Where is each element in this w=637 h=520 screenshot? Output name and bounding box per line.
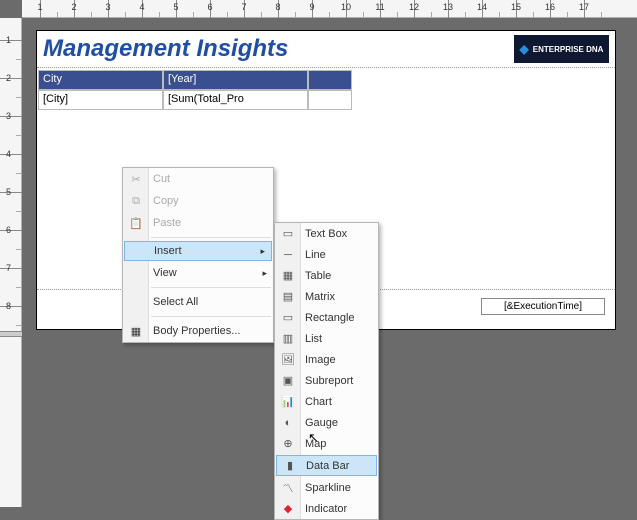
- rectangle-icon: ▭: [280, 311, 296, 324]
- data-cell-city[interactable]: [City]: [38, 90, 163, 110]
- logo-mark-icon: ◆: [520, 42, 529, 56]
- subreport-icon: ▣: [280, 374, 296, 387]
- insert-rectangle[interactable]: ▭Rectangle: [275, 307, 378, 328]
- gauge-icon: ◐: [280, 417, 296, 429]
- tablix-header-row[interactable]: City [Year]: [38, 70, 615, 90]
- vertical-ruler: 12345678: [0, 18, 22, 507]
- header-cell-empty[interactable]: [308, 70, 352, 90]
- insert-subreport[interactable]: ▣Subreport: [275, 370, 378, 391]
- insert-chart[interactable]: 📊Chart: [275, 391, 378, 412]
- tablix[interactable]: City [Year] [City] [Sum(Total_Pro: [38, 70, 615, 110]
- menu-item-cut: ✂Cut: [123, 168, 273, 190]
- insert-line[interactable]: ─Line: [275, 244, 378, 265]
- paste-icon: 📋: [128, 217, 144, 230]
- execution-time-textbox[interactable]: [&ExecutionTime]: [481, 298, 605, 315]
- image-icon: 🖼: [280, 353, 296, 366]
- matrix-icon: ▤: [280, 290, 296, 303]
- body-properties--icon: ▦: [128, 325, 144, 338]
- insert-submenu[interactable]: ▭Text Box─Line▦Table▤Matrix▭Rectangle▥Li…: [274, 222, 379, 520]
- insert-sparkline[interactable]: 〽Sparkline: [275, 477, 378, 498]
- menu-item-insert[interactable]: Insert: [124, 241, 272, 261]
- data-bar-icon: ▮: [282, 459, 298, 472]
- menu-item-select-all[interactable]: Select All: [123, 291, 273, 313]
- menu-item-copy: ⧉Copy: [123, 190, 273, 212]
- data-cell-sum[interactable]: [Sum(Total_Pro: [163, 90, 308, 110]
- sparkline-icon: 〽: [280, 480, 296, 496]
- report-title[interactable]: Management Insights: [43, 35, 288, 63]
- insert-image[interactable]: 🖼Image: [275, 349, 378, 370]
- insert-table[interactable]: ▦Table: [275, 265, 378, 286]
- horizontal-ruler: 1234567891011121314151617: [22, 0, 637, 18]
- chart-icon: 📊: [280, 395, 296, 408]
- line-icon: ─: [280, 249, 296, 261]
- header-cell-city[interactable]: City: [38, 70, 163, 90]
- logo-image[interactable]: ◆ ENTERPRISE DNA: [514, 35, 609, 63]
- list-icon: ▥: [280, 332, 296, 345]
- insert-matrix[interactable]: ▤Matrix: [275, 286, 378, 307]
- insert-text-box[interactable]: ▭Text Box: [275, 223, 378, 244]
- tablix-data-row[interactable]: [City] [Sum(Total_Pro: [38, 90, 615, 110]
- context-menu[interactable]: ✂Cut⧉Copy📋Paste InsertView Select All ▦Body…: [122, 167, 274, 343]
- logo-text: ENTERPRISE DNA: [533, 45, 604, 54]
- map-icon: ⊕: [280, 437, 296, 450]
- menu-item-view[interactable]: View: [123, 262, 273, 284]
- menu-item-body-properties-[interactable]: ▦Body Properties...: [123, 320, 273, 342]
- insert-list[interactable]: ▥List: [275, 328, 378, 349]
- data-cell-empty[interactable]: [308, 90, 352, 110]
- table-icon: ▦: [280, 269, 296, 282]
- insert-indicator[interactable]: ◆Indicator: [275, 498, 378, 519]
- header-cell-year[interactable]: [Year]: [163, 70, 308, 90]
- copy-icon: ⧉: [128, 195, 144, 208]
- insert-gauge[interactable]: ◐Gauge: [275, 412, 378, 433]
- ruler-split-handle[interactable]: [0, 331, 22, 337]
- cut-icon: ✂: [128, 173, 144, 186]
- text-box-icon: ▭: [280, 227, 296, 240]
- insert-data-bar[interactable]: ▮Data Bar: [276, 455, 377, 476]
- insert-map[interactable]: ⊕Map: [275, 433, 378, 454]
- menu-item-paste: 📋Paste: [123, 212, 273, 234]
- indicator-icon: ◆: [280, 502, 296, 515]
